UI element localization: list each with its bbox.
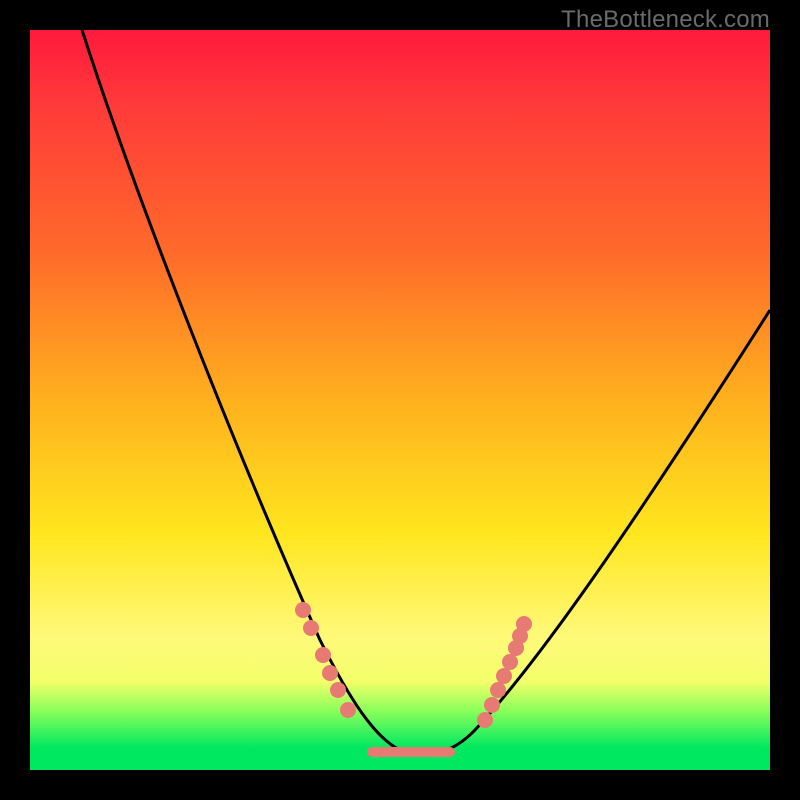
left-marker-cluster <box>295 602 356 718</box>
curve-svg <box>30 30 770 770</box>
bottleneck-curve <box>82 30 770 754</box>
plot-area <box>30 30 770 770</box>
chart-frame: TheBottleneck.com <box>0 0 800 800</box>
